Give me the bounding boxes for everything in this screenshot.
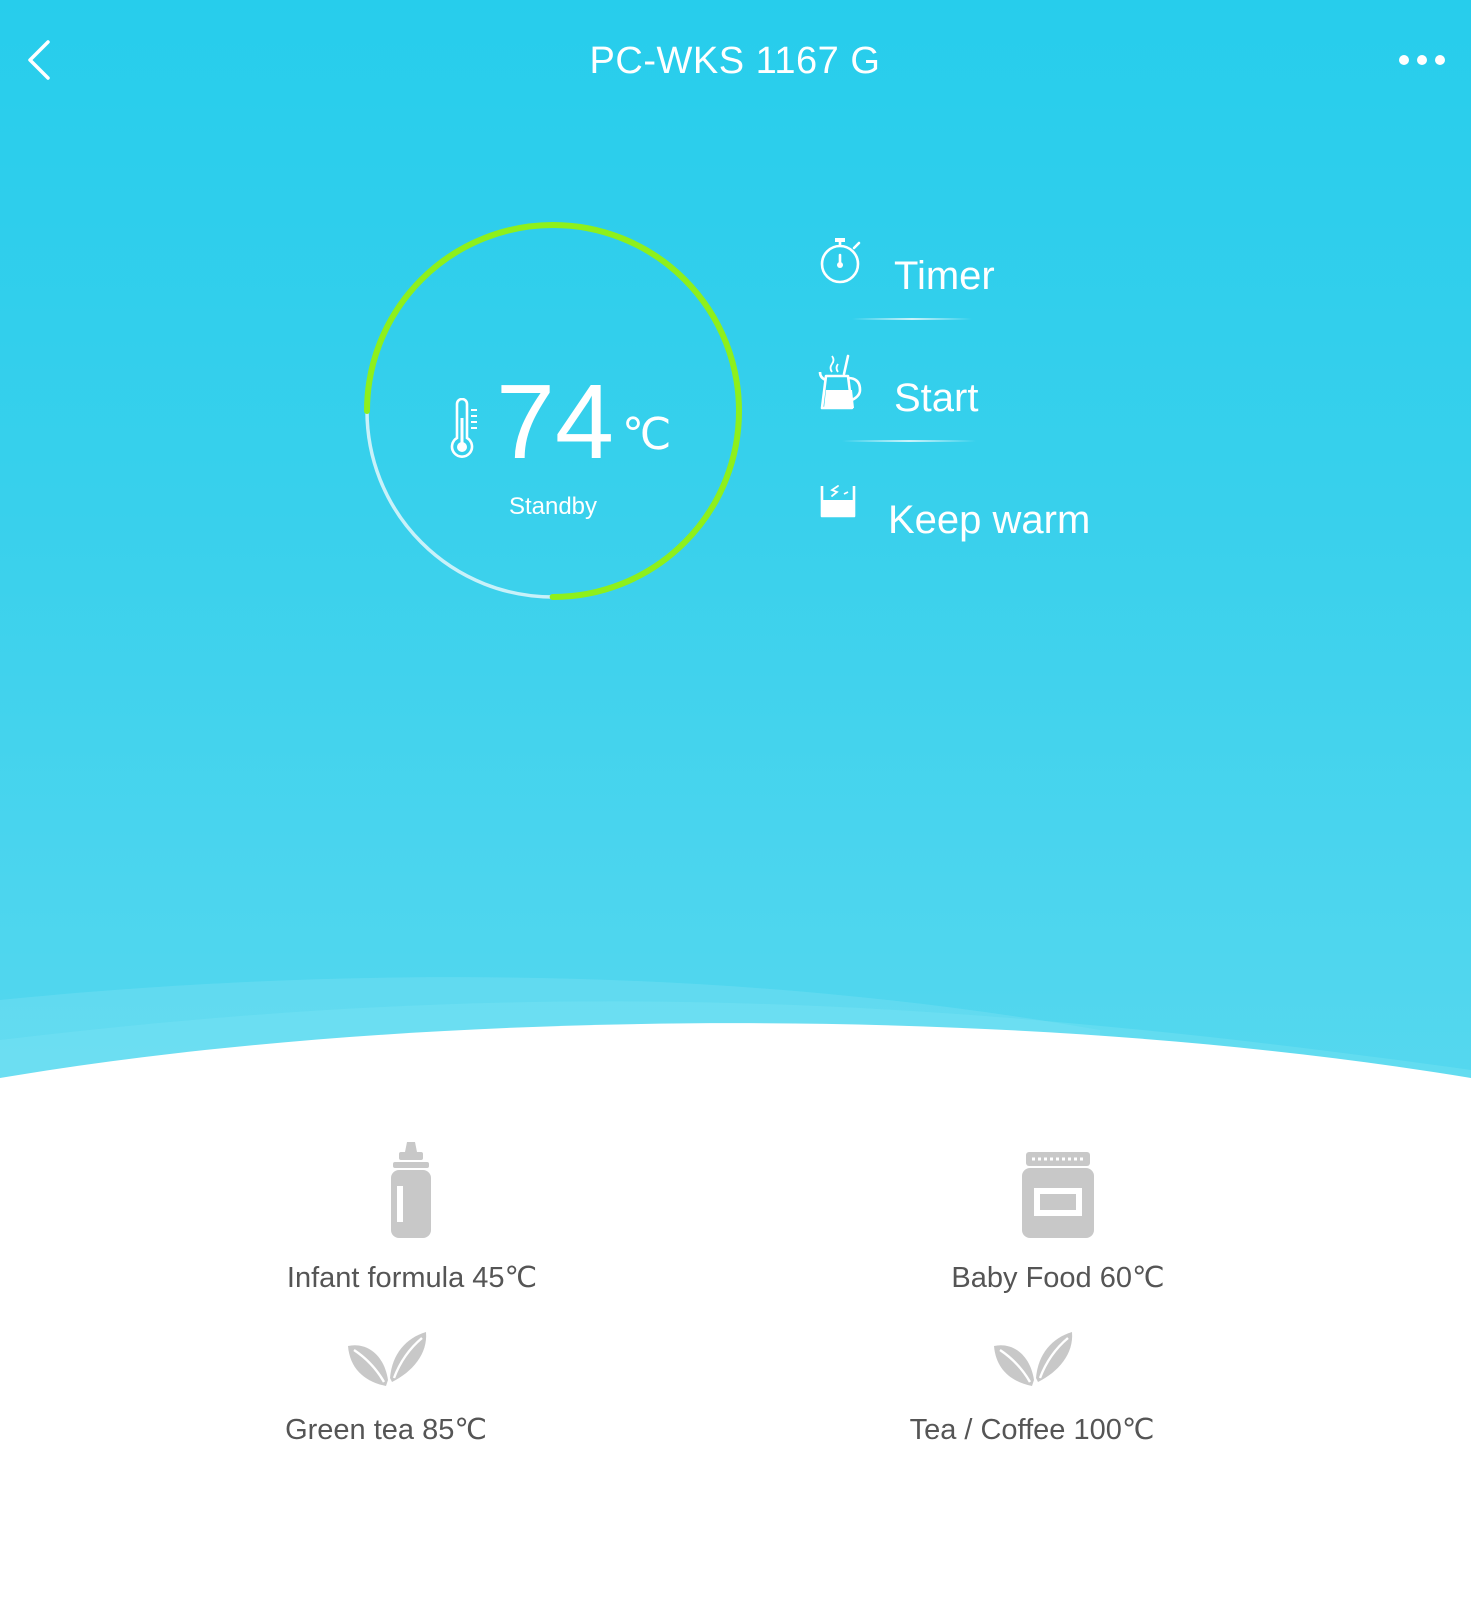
more-options-button[interactable] <box>1396 48 1448 72</box>
keep-warm-button[interactable]: Keep warm <box>818 478 1098 548</box>
preset-infant-formula[interactable]: Infant formula 45℃ <box>262 1140 562 1300</box>
temperature-unit: ℃ <box>622 410 672 459</box>
keep-warm-label: Keep warm <box>888 498 1091 542</box>
baby-bottle-icon <box>391 1142 431 1238</box>
more-horizontal-icon <box>1399 55 1445 65</box>
food-jar-icon <box>1022 1152 1094 1238</box>
preset-label: Baby Food 60℃ <box>951 1262 1165 1294</box>
wave-divider <box>0 977 1471 1160</box>
start-button[interactable]: Start <box>818 354 1038 424</box>
stopwatch-icon <box>820 238 861 284</box>
menu-divider <box>842 440 976 442</box>
preset-label: Green tea 85℃ <box>285 1414 487 1446</box>
timer-button[interactable]: Timer <box>818 234 1058 304</box>
kettle-icon <box>818 354 862 410</box>
back-button[interactable] <box>22 38 62 82</box>
start-label: Start <box>894 376 979 420</box>
thermometer-icon <box>447 397 481 462</box>
preset-label: Tea / Coffee 100℃ <box>909 1414 1155 1446</box>
page-title: PC-WKS 1167 G <box>589 40 881 82</box>
tea-leaf-icon <box>348 1332 427 1386</box>
tea-leaf-icon <box>994 1332 1073 1386</box>
preset-label: Infant formula 45℃ <box>286 1262 538 1294</box>
current-temperature: 74 <box>496 363 614 481</box>
status-text: Standby <box>508 493 598 520</box>
timer-label: Timer <box>894 254 995 298</box>
preset-tea-coffee[interactable]: Tea / Coffee 100℃ <box>882 1330 1182 1450</box>
top-bar: PC-WKS 1167 G <box>0 0 1471 124</box>
preset-baby-food[interactable]: Baby Food 60℃ <box>908 1140 1208 1300</box>
menu-divider <box>852 318 972 320</box>
keep-warm-icon <box>820 485 856 518</box>
preset-green-tea[interactable]: Green tea 85℃ <box>236 1330 536 1450</box>
chevron-left-icon <box>28 40 50 80</box>
